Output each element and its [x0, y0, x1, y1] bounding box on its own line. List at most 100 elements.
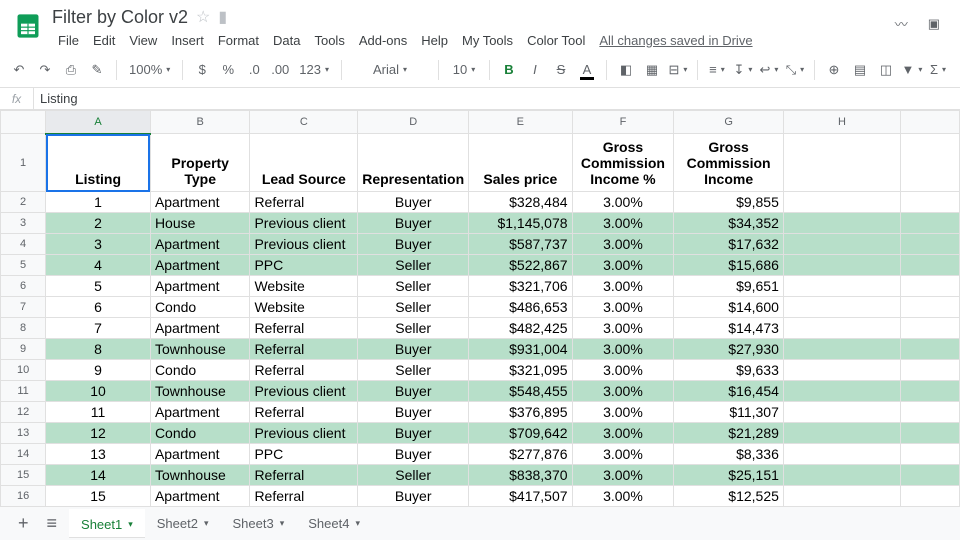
cell[interactable]: Apartment — [150, 255, 250, 276]
cell[interactable] — [901, 192, 960, 213]
cell[interactable] — [783, 381, 900, 402]
cell[interactable]: $16,454 — [674, 381, 784, 402]
cell[interactable]: 3.00% — [572, 234, 674, 255]
cell[interactable] — [783, 318, 900, 339]
cell[interactable] — [901, 381, 960, 402]
row-header[interactable]: 4 — [1, 234, 46, 255]
cell[interactable]: Referral — [250, 339, 358, 360]
cell[interactable] — [783, 339, 900, 360]
cell[interactable] — [783, 134, 900, 192]
cell[interactable]: $15,686 — [674, 255, 784, 276]
menu-tools[interactable]: Tools — [308, 31, 350, 50]
row-header[interactable]: 3 — [1, 213, 46, 234]
cell[interactable] — [783, 276, 900, 297]
cell[interactable]: Apartment — [150, 486, 250, 507]
row-header[interactable]: 13 — [1, 423, 46, 444]
cell[interactable]: Website — [250, 276, 358, 297]
cell[interactable]: 13 — [46, 444, 151, 465]
comment-button[interactable]: ▤ — [849, 58, 871, 82]
zoom-select[interactable]: 100% — [125, 58, 174, 82]
cell[interactable]: 5 — [46, 276, 151, 297]
cell[interactable] — [783, 423, 900, 444]
cell[interactable]: Buyer — [358, 213, 469, 234]
cell[interactable] — [901, 213, 960, 234]
percent-button[interactable]: % — [217, 58, 239, 82]
cell[interactable]: Listing — [46, 134, 151, 192]
sheet-tab-sheet3[interactable]: Sheet3▾ — [221, 509, 297, 538]
cell[interactable]: 3.00% — [572, 255, 674, 276]
valign-button[interactable]: ↧ — [732, 58, 754, 82]
number-format-select[interactable]: 123 — [295, 58, 333, 82]
cell[interactable]: $9,633 — [674, 360, 784, 381]
cell[interactable]: Referral — [250, 318, 358, 339]
cell[interactable] — [901, 465, 960, 486]
col-header-H[interactable]: H — [783, 111, 900, 134]
cell[interactable] — [783, 402, 900, 423]
link-button[interactable]: ⊕ — [823, 58, 845, 82]
cell[interactable] — [783, 297, 900, 318]
cell[interactable]: 6 — [46, 297, 151, 318]
cell[interactable]: Seller — [358, 360, 469, 381]
menu-color-tool[interactable]: Color Tool — [521, 31, 591, 50]
menu-add-ons[interactable]: Add-ons — [353, 31, 413, 50]
cell[interactable]: Representation — [358, 134, 469, 192]
cell[interactable]: 3.00% — [572, 402, 674, 423]
cell[interactable]: Sales price — [469, 134, 572, 192]
cell[interactable]: $321,706 — [469, 276, 572, 297]
row-header[interactable]: 2 — [1, 192, 46, 213]
col-header-[interactable] — [901, 111, 960, 134]
cell[interactable]: 15 — [46, 486, 151, 507]
row-header[interactable]: 12 — [1, 402, 46, 423]
cell[interactable]: $931,004 — [469, 339, 572, 360]
cell[interactable]: $486,653 — [469, 297, 572, 318]
cell[interactable]: Townhouse — [150, 381, 250, 402]
cell[interactable] — [901, 486, 960, 507]
currency-button[interactable]: $ — [191, 58, 213, 82]
cell[interactable]: Apartment — [150, 234, 250, 255]
folder-icon[interactable]: ▮ — [218, 7, 227, 27]
menu-my-tools[interactable]: My Tools — [456, 31, 519, 50]
menu-insert[interactable]: Insert — [165, 31, 210, 50]
decrease-decimal-button[interactable]: .0 — [243, 58, 265, 82]
star-icon[interactable]: ☆ — [196, 7, 210, 27]
cell[interactable]: 9 — [46, 360, 151, 381]
corner-cell[interactable] — [1, 111, 46, 134]
cell[interactable]: 8 — [46, 339, 151, 360]
wrap-button[interactable]: ↩ — [758, 58, 780, 82]
cell[interactable]: 1 — [46, 192, 151, 213]
italic-button[interactable]: I — [524, 58, 546, 82]
cell[interactable]: 3.00% — [572, 192, 674, 213]
cell[interactable]: $21,289 — [674, 423, 784, 444]
cell[interactable]: Previous client — [250, 213, 358, 234]
chart-button[interactable]: ◫ — [875, 58, 897, 82]
cell[interactable]: $25,151 — [674, 465, 784, 486]
row-header[interactable]: 15 — [1, 465, 46, 486]
cell[interactable]: Website — [250, 297, 358, 318]
spreadsheet-grid[interactable]: ABCDEFGH1ListingProperty TypeLead Source… — [0, 110, 960, 510]
sheet-tab-sheet4[interactable]: Sheet4▾ — [296, 509, 372, 538]
cell[interactable]: 3 — [46, 234, 151, 255]
cell[interactable]: Referral — [250, 192, 358, 213]
cell[interactable]: $522,867 — [469, 255, 572, 276]
cell[interactable] — [783, 465, 900, 486]
menu-help[interactable]: Help — [415, 31, 454, 50]
cell[interactable] — [783, 234, 900, 255]
menu-view[interactable]: View — [123, 31, 163, 50]
cell[interactable]: Property Type — [150, 134, 250, 192]
cell[interactable]: Townhouse — [150, 339, 250, 360]
text-color-button[interactable]: A — [576, 58, 598, 82]
activity-icon[interactable]: 〰 — [895, 14, 908, 33]
cell[interactable]: $11,307 — [674, 402, 784, 423]
borders-button[interactable]: ▦ — [641, 58, 663, 82]
menu-data[interactable]: Data — [267, 31, 306, 50]
cell[interactable]: 14 — [46, 465, 151, 486]
rotate-button[interactable]: ⤡ — [784, 58, 806, 82]
cell[interactable]: 2 — [46, 213, 151, 234]
cell[interactable]: 3.00% — [572, 213, 674, 234]
cell[interactable] — [783, 360, 900, 381]
cell[interactable]: 3.00% — [572, 486, 674, 507]
cell[interactable] — [783, 444, 900, 465]
cell[interactable] — [901, 318, 960, 339]
cell[interactable]: Seller — [358, 318, 469, 339]
cell[interactable]: Seller — [358, 276, 469, 297]
